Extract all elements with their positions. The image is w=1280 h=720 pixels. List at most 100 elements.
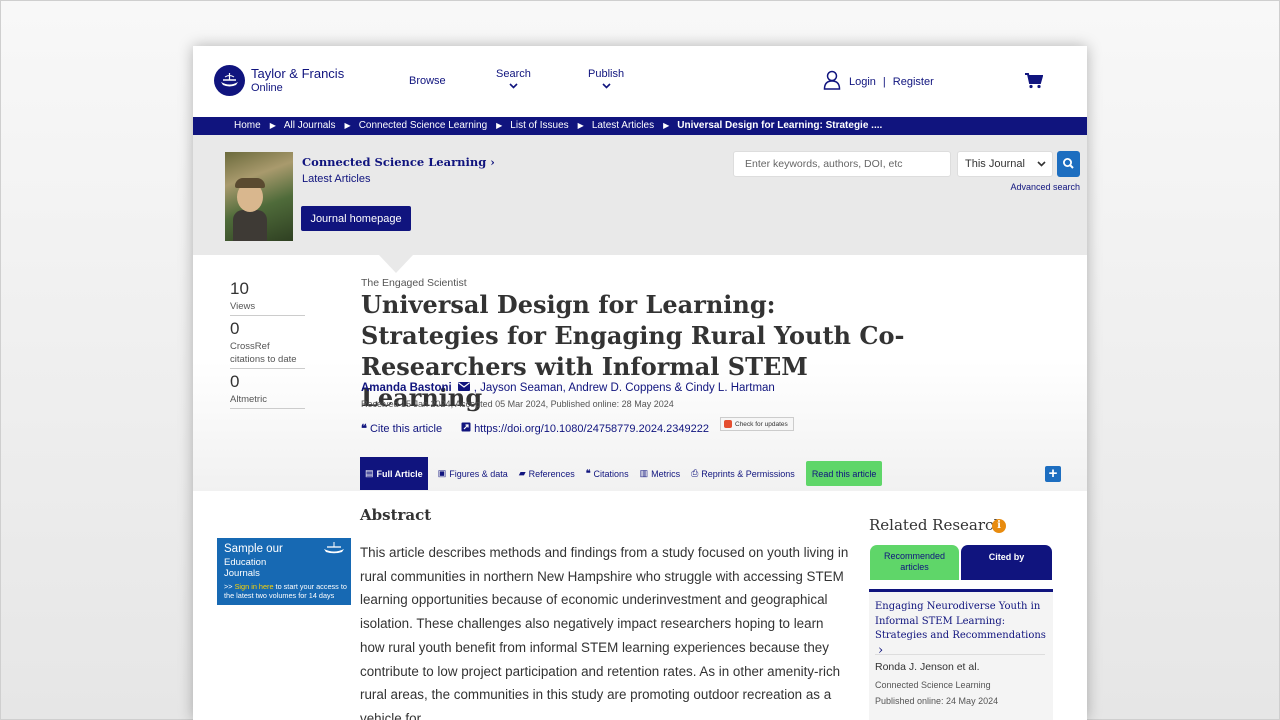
ad-sign-in-link[interactable]: Sign in here	[235, 582, 274, 591]
metric-views[interactable]: 10 Views	[230, 278, 305, 316]
login-separator: |	[882, 75, 886, 88]
article-page: Taylor & Francis Online Browse Search Pu…	[193, 46, 1087, 720]
metric-views-value: 10	[230, 279, 249, 298]
related-article-journal: Connected Science Learning	[875, 680, 991, 690]
breadcrumb-journal[interactable]: Connected Science Learning	[359, 120, 487, 131]
breadcrumb-arrow-icon: ▶	[344, 121, 351, 130]
related-article-title: Engaging Neurodiverse Youth in Informal …	[875, 601, 1046, 641]
tab-reprints-label: Reprints & Permissions	[701, 468, 795, 479]
article-tabs: ▤ Full Article ▣ Figures & data ▰ Reference…	[360, 457, 893, 490]
tab-metrics-label: Metrics	[651, 468, 681, 479]
cite-label: Cite this article	[369, 423, 443, 435]
crossmark-icon	[724, 420, 732, 428]
journal-cover-image[interactable]	[225, 152, 293, 241]
journal-title-link[interactable]: Connected Science Learning ›	[302, 155, 495, 169]
search-scope-select[interactable]: This Journal	[957, 151, 1053, 177]
tab-recommended-articles[interactable]: Recommended articles	[870, 545, 959, 580]
tab-cited-by[interactable]: Cited by	[961, 545, 1052, 580]
user-icon[interactable]	[823, 70, 841, 93]
author-others[interactable]: , Jayson Seaman, Andrew D. Coppens & Cin…	[474, 382, 775, 394]
search-icon	[1063, 158, 1074, 169]
breadcrumb-arrow-icon: ▶	[663, 121, 670, 130]
breadcrumb-arrow-icon: ▶	[496, 121, 503, 130]
tab-citations[interactable]: ❝ Citations	[586, 457, 629, 490]
print-icon: ⎙	[691, 468, 699, 478]
tab-reprints[interactable]: ⎙ Reprints & Permissions	[691, 457, 795, 490]
doi-link[interactable]: https://doi.org/10.1080/24758779.2024.23…	[461, 422, 709, 435]
journal-homepage-button[interactable]: Journal homepage	[301, 206, 411, 231]
tab-references-label: References	[528, 468, 575, 479]
article-section-label: The Engaged Scientist	[361, 277, 467, 289]
article-title: Universal Design for Learning: Strategie…	[361, 290, 905, 412]
nav-browse[interactable]: Browse	[409, 75, 446, 87]
nav-publish-label: Publish	[588, 68, 625, 80]
latest-articles-link[interactable]: Latest Articles	[302, 173, 370, 185]
ad-line1: Sample our	[224, 543, 283, 555]
related-article-card: Engaging Neurodiverse Youth in Informal …	[869, 592, 1053, 720]
breadcrumb-current: Universal Design for Learning: Strategie…	[677, 120, 883, 131]
journal-band-notch	[379, 255, 413, 273]
advanced-search-link[interactable]: Advanced search	[1010, 182, 1080, 192]
breadcrumb-latest-articles[interactable]: Latest Articles	[592, 120, 654, 131]
ad-line3: >> Sign in here to start your access to …	[224, 582, 351, 600]
chevron-down-icon	[1037, 152, 1046, 185]
ad-line2a: Education	[224, 557, 267, 568]
register-link[interactable]: Register	[893, 76, 934, 88]
tab-references[interactable]: ▰ References	[519, 457, 575, 490]
search-button[interactable]	[1057, 151, 1080, 177]
quote-icon: ❝	[585, 468, 591, 478]
metric-crossref-label: CrossRef citations to date	[230, 341, 297, 365]
related-article-title-link[interactable]: Engaging Neurodiverse Youth in Informal …	[875, 600, 1051, 659]
logo-name: Taylor & Francis	[251, 65, 345, 81]
share-plus-icon[interactable]: +	[1045, 466, 1061, 482]
abstract-heading: Abstract	[360, 506, 432, 524]
publication-history: Received 15 Jan 2024, Accepted 05 Mar 20…	[361, 399, 674, 409]
author-list: Amanda Bastoni , Jayson Seaman, Andrew D.…	[361, 382, 775, 394]
nav-search[interactable]: Search	[496, 68, 531, 91]
chevron-right-icon: ›	[878, 642, 884, 658]
metric-altmetric[interactable]: 0 Altmetric	[230, 371, 305, 409]
related-research-heading: Related Research	[869, 516, 1004, 534]
external-link-icon	[461, 422, 471, 435]
tab-full-article[interactable]: ▤ Full Article	[360, 457, 428, 490]
metric-altmetric-value: 0	[230, 372, 240, 391]
tab-figures[interactable]: ▣ Figures & data	[438, 457, 508, 490]
read-this-article-button[interactable]: Read this article	[805, 461, 883, 486]
breadcrumb-list-of-issues[interactable]: List of Issues	[510, 120, 568, 131]
tab-full-article-label: Full Article	[376, 468, 423, 479]
metric-altmetric-label: Altmetric	[230, 394, 267, 405]
breadcrumb-all-journals[interactable]: All Journals	[284, 120, 336, 131]
related-divider	[875, 654, 1045, 655]
sample-journals-ad[interactable]: Sample our Education Journals >> Sign in…	[217, 538, 351, 605]
author-primary[interactable]: Amanda Bastoni	[361, 382, 452, 394]
chevron-right-icon: ›	[490, 155, 495, 169]
metric-views-label: Views	[230, 301, 256, 312]
metric-crossref[interactable]: 0 CrossRef citations to date	[230, 318, 305, 369]
tandf-logo[interactable]: Taylor & Francis Online	[214, 65, 344, 96]
tab-figures-label: Figures & data	[449, 468, 508, 479]
info-icon[interactable]: i	[992, 519, 1006, 533]
mail-icon[interactable]	[457, 382, 470, 394]
nav-publish[interactable]: Publish	[588, 68, 624, 91]
image-icon: ▣	[437, 468, 447, 478]
cite-article-link[interactable]: ❝ Cite this article	[361, 422, 442, 435]
article-metrics: 10 Views 0 CrossRef citations to date 0 …	[230, 278, 305, 411]
check-updates-label: Check for updates	[735, 421, 788, 428]
breadcrumb-arrow-icon: ▶	[269, 121, 276, 130]
breadcrumb: Home ▶ All Journals ▶ Connected Science Lear…	[193, 117, 1087, 135]
breadcrumb-home[interactable]: Home	[234, 120, 261, 131]
logo-sub: Online	[251, 81, 283, 94]
search-input[interactable]	[733, 151, 951, 177]
tab-metrics[interactable]: ▥ Metrics	[640, 457, 681, 490]
document-icon: ▤	[365, 468, 374, 478]
login-link[interactable]: Login	[849, 76, 876, 88]
breadcrumb-arrow-icon: ▶	[577, 121, 584, 130]
tandf-boat-icon	[324, 542, 344, 554]
check-for-updates-button[interactable]: Check for updates	[720, 417, 794, 431]
abstract-text: This article describes methods and findi…	[360, 545, 849, 720]
journal-title: Connected Science Learning	[302, 155, 487, 169]
cart-icon[interactable]	[1025, 73, 1044, 94]
chevron-down-icon	[496, 81, 531, 91]
nav-search-label: Search	[496, 68, 531, 80]
related-article-authors: Ronda J. Jenson et al.	[875, 661, 980, 673]
